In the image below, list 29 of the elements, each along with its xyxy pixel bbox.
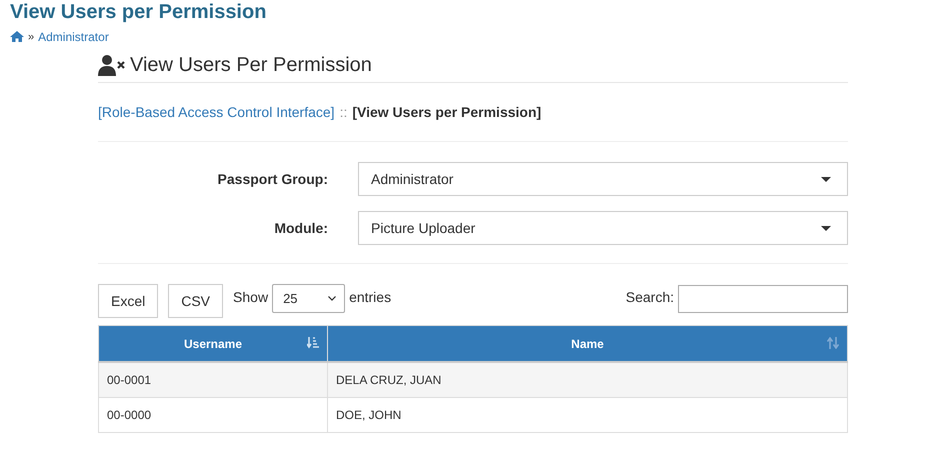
chevron-icon [328,296,336,301]
page-title: View Users per Permission [10,0,268,23]
export-button[interactable]: CSV [168,284,224,318]
filter-label: Passport Group: [216,171,329,187]
show-label: Show [233,289,268,305]
search-field[interactable] [678,285,848,313]
path-separator: :: [340,104,348,120]
page-length-select[interactable]: 25 [272,284,346,313]
table-cell: 00-0000 [98,398,328,432]
caret-icon [821,176,831,182]
entries-label: entries [349,289,392,305]
search-label: Search: [626,289,674,305]
dropdown-field[interactable]: Picture Uploader [358,211,848,245]
column-header[interactable]: Name [328,326,848,362]
export-button[interactable]: Excel [98,284,158,318]
caret-icon [821,226,831,230]
column-header[interactable]: Username [98,326,328,362]
table-cell: DELA CRUZ, JUAN [328,362,848,398]
home-icon[interactable] [10,31,24,42]
path-current: [View Users per Permission] [352,104,542,120]
dropdown-field[interactable]: Administrator [358,162,848,196]
user-remove-icon [98,54,125,76]
panel-title: View Users Per Permission [130,54,372,76]
breadcrumb-separator: » [28,30,34,42]
filter-label: Module: [273,220,329,236]
breadcrumb-link[interactable]: Administrator [38,30,109,44]
table-cell: 00-0001 [98,362,328,398]
table-cell: DOE, JOHN [328,398,848,432]
path-link[interactable]: [Role-Based Access Control Interface] [98,104,335,120]
